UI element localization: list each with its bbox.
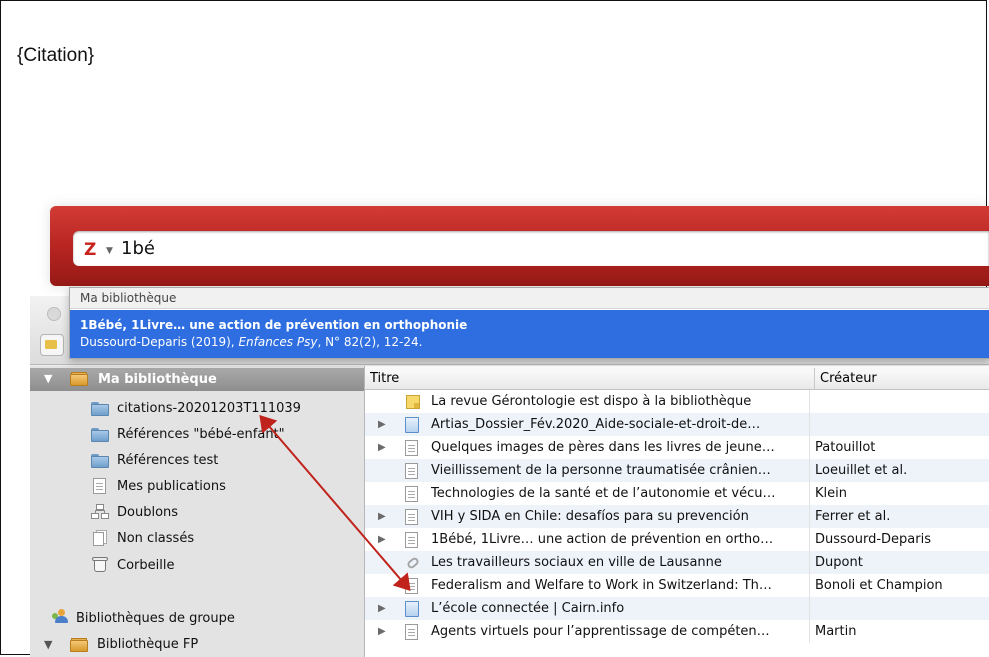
row-creator: Dussourd-Deparis <box>809 528 931 551</box>
row-creator: Martin <box>809 620 856 643</box>
document-icon <box>405 532 418 548</box>
row-title: Agents virtuels pour l’apprentissage de … <box>431 624 770 639</box>
table-row[interactable]: ▶ VIH y SIDA en Chile: desafíos para su … <box>365 505 989 528</box>
sidebar-item-my-publications[interactable]: Mes publications <box>117 477 226 497</box>
collapse-triangle-icon[interactable]: ▼ <box>44 369 52 389</box>
row-title: VIH y SIDA en Chile: desafíos para su pr… <box>431 509 749 524</box>
row-title: L’école connectée | Cairn.info <box>431 601 625 616</box>
row-title: Vieillissement de la personne traumatisé… <box>431 463 771 478</box>
library-icon <box>70 372 88 386</box>
row-title: Les travailleurs sociaux en ville de Lau… <box>431 555 722 570</box>
document-icon <box>405 463 418 479</box>
window-close-button[interactable] <box>47 307 61 321</box>
table-row[interactable]: ▶ Artias_Dossier_Fév.2020_Aide-sociale-e… <box>365 413 989 436</box>
webpage-icon <box>405 601 419 617</box>
document-icon <box>405 486 418 502</box>
sidebar-item-references-test[interactable]: Références test <box>117 451 218 471</box>
sidebar-item-citations[interactable]: citations-20201203T111039 <box>117 399 301 419</box>
row-title: Quelques images de pères dans les livres… <box>431 440 775 455</box>
table-row[interactable]: La revue Gérontologie est dispo à la bib… <box>365 390 989 413</box>
expand-triangle-icon[interactable]: ▼ <box>44 635 52 655</box>
row-title: La revue Gérontologie est dispo à la bib… <box>431 394 752 409</box>
library-icon <box>70 638 88 652</box>
folder-icon <box>91 428 109 442</box>
trash-icon <box>92 556 108 572</box>
new-collection-button[interactable] <box>40 334 64 356</box>
row-creator: Klein <box>809 482 847 505</box>
table-row[interactable]: Vieillissement de la personne traumatisé… <box>365 459 989 482</box>
row-creator: Bonoli et Champion <box>809 574 943 597</box>
sidebar-item-duplicates[interactable]: Doublons <box>117 503 178 523</box>
sidebar-item-references-bebe[interactable]: Références "bébé-enfant" <box>117 425 285 445</box>
citation-placeholder: {Citation} <box>17 45 95 66</box>
table-row[interactable]: ▶ Quelques images de pères dans les livr… <box>365 436 989 459</box>
webpage-icon <box>405 417 419 433</box>
citation-search-text[interactable]: 1bé <box>121 238 155 259</box>
sidebar-item-trash[interactable]: Corbeille <box>117 556 174 576</box>
row-title: Artias_Dossier_Fév.2020_Aide-sociale-et-… <box>431 417 761 432</box>
result-details: Dussourd-Deparis (2019), Enfances Psy, N… <box>80 335 423 349</box>
sidebar-item-unfiled[interactable]: Non classés <box>117 529 194 549</box>
sidebar-group-libraries[interactable]: Bibliothèques de groupe <box>76 609 235 629</box>
row-creator: Patouillot <box>809 436 875 459</box>
citation-results-dropdown: Ma bibliothèque 1Bébé, 1Livre… une actio… <box>69 287 989 359</box>
row-creator: Dupont <box>809 551 863 574</box>
table-row[interactable]: ▶ 1Bébé, 1Livre… une action de préventio… <box>365 528 989 551</box>
folder-icon <box>91 454 109 468</box>
document-icon <box>405 624 418 640</box>
table-row[interactable]: Technologies de la santé et de l’autonom… <box>365 482 989 505</box>
group-libraries-icon <box>52 609 70 625</box>
document-icon <box>405 440 418 456</box>
expand-triangle-icon[interactable]: ▶ <box>378 528 386 551</box>
unfiled-icon <box>93 530 107 546</box>
folder-icon <box>91 402 109 416</box>
citation-search-input[interactable] <box>73 231 989 266</box>
row-creator <box>809 413 815 436</box>
document-icon <box>93 478 106 494</box>
column-title[interactable]: Titre <box>370 368 399 389</box>
row-creator <box>809 390 815 413</box>
note-icon <box>406 395 420 409</box>
expand-triangle-icon[interactable]: ▶ <box>378 413 386 436</box>
citation-result-item[interactable]: 1Bébé, 1Livre… une action de prévention … <box>70 310 989 358</box>
duplicates-icon <box>91 504 109 520</box>
row-creator: Loeuillet et al. <box>809 459 907 482</box>
link-icon <box>405 555 421 571</box>
zotero-logo-icon[interactable]: Z <box>84 241 104 259</box>
document-icon <box>405 578 418 594</box>
result-title: 1Bébé, 1Livre… une action de prévention … <box>80 318 468 332</box>
row-title: Federalism and Welfare to Work in Switze… <box>431 578 772 593</box>
row-creator <box>809 597 815 620</box>
document-icon <box>405 509 418 525</box>
results-group-header: Ma bibliothèque <box>70 288 989 309</box>
chevron-down-icon[interactable]: ▼ <box>106 246 113 256</box>
sidebar-item-my-library[interactable]: Ma bibliothèque <box>98 370 217 390</box>
row-title: Technologies de la santé et de l’autonom… <box>431 486 776 501</box>
row-title: 1Bébé, 1Livre… une action de prévention … <box>431 532 774 547</box>
table-row[interactable]: ▶ Agents virtuels pour l’apprentissage d… <box>365 620 989 643</box>
table-row[interactable]: ▶ L’école connectée | Cairn.info <box>365 597 989 620</box>
table-row[interactable]: Federalism and Welfare to Work in Switze… <box>365 574 989 597</box>
expand-triangle-icon[interactable]: ▶ <box>378 620 386 643</box>
items-column-header: Titre Créateur <box>365 368 989 390</box>
sidebar-item-group-library-fp[interactable]: Bibliothèque FP <box>97 635 198 655</box>
expand-triangle-icon[interactable]: ▶ <box>378 505 386 528</box>
row-creator: Ferrer et al. <box>809 505 890 528</box>
expand-triangle-icon[interactable]: ▶ <box>378 597 386 620</box>
expand-triangle-icon[interactable]: ▶ <box>378 436 386 459</box>
column-creator[interactable]: Créateur <box>814 368 877 389</box>
table-row[interactable]: Les travailleurs sociaux en ville de Lau… <box>365 551 989 574</box>
